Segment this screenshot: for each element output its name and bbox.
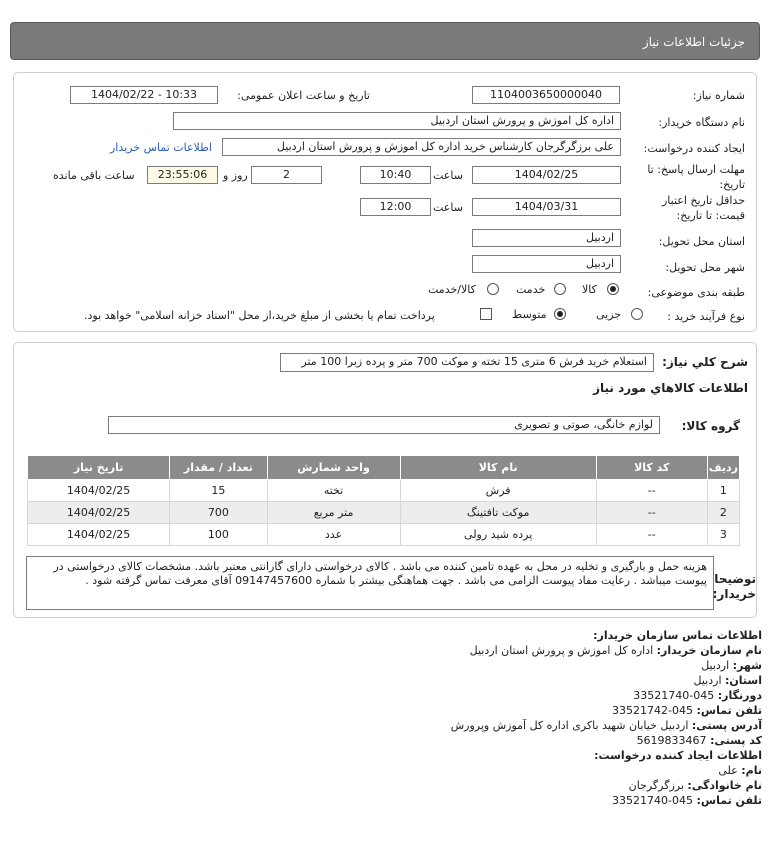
process-option-minor: جزیی bbox=[596, 308, 622, 321]
deadline-date-field: 1404/02/25 bbox=[472, 166, 621, 184]
col-row: ردیف bbox=[706, 455, 741, 480]
contact-fax: دورنگار: 045-33521740 bbox=[633, 689, 762, 702]
items-table: ردیف کد کالا نام کالا واحد شمارش تعداد /… bbox=[26, 455, 741, 546]
treasury-note: پرداخت تمام یا بخشی از مبلغ خرید،از محل … bbox=[84, 309, 435, 322]
cell-code: -- bbox=[595, 523, 708, 546]
page-title: جزئیات اطلاعات نیاز bbox=[642, 35, 745, 49]
col-name: نام کالا bbox=[399, 455, 597, 480]
cell-code: -- bbox=[595, 479, 708, 502]
cell-unit: تخته bbox=[266, 479, 401, 502]
category-option-goods: کالا bbox=[582, 283, 597, 296]
category-option-service: خدمت bbox=[516, 283, 546, 296]
table-row: 2 -- موکت تافتینگ متر مربع 700 1404/02/2… bbox=[26, 501, 741, 524]
cell-name: موکت تافتینگ bbox=[399, 501, 597, 524]
items-table-header: ردیف کد کالا نام کالا واحد شمارش تعداد /… bbox=[26, 455, 741, 480]
validity-date-field: 1404/03/31 bbox=[472, 198, 621, 216]
buyer-notes-text: هزینه حمل و بارگیری و تخلیه در محل به عه… bbox=[26, 556, 714, 610]
contact-phone: تلفن تماس: 045-33521742 bbox=[612, 704, 762, 717]
table-row: 1 -- فرش تخته 15 1404/02/25 bbox=[26, 479, 741, 502]
creator-label: ایجاد کننده درخواست: bbox=[643, 142, 745, 155]
validity-label-line2: قیمت: تا تاریخ: bbox=[676, 209, 745, 222]
need-number-field: 1104003650000040 bbox=[472, 86, 620, 104]
treasury-checkbox[interactable] bbox=[480, 308, 492, 320]
cell-row: 3 bbox=[706, 523, 741, 546]
province-label: استان محل تحویل: bbox=[658, 235, 745, 248]
cell-quantity: 700 bbox=[169, 501, 268, 524]
creator-phone: تلفن تماس: 045-33521740 bbox=[612, 794, 762, 807]
buyer-contact-link[interactable]: اطلاعات تماس خریدار bbox=[110, 141, 212, 154]
category-label: طبقه بندی موضوعی: bbox=[647, 286, 745, 299]
creator-last-name: نام خانوادگی: برزگرگرجان bbox=[628, 779, 762, 792]
province-field: اردبیل bbox=[472, 229, 621, 247]
cell-date: 1404/02/25 bbox=[26, 501, 171, 524]
process-radio-medium[interactable] bbox=[554, 308, 566, 320]
remaining-time-field: 23:55:06 bbox=[147, 166, 218, 184]
page-header: جزئیات اطلاعات نیاز bbox=[10, 22, 760, 60]
cell-unit: متر مربع bbox=[266, 501, 401, 524]
city-label: شهر محل تحویل: bbox=[665, 261, 745, 274]
summary-label: شرح كلي نياز: bbox=[662, 355, 748, 369]
deadline-time-field: 10:40 bbox=[360, 166, 431, 184]
deadline-label-line2: تاریخ: bbox=[719, 178, 745, 191]
cell-unit: عدد bbox=[266, 523, 401, 546]
category-radio-goods[interactable] bbox=[607, 283, 619, 295]
col-unit: واحد شمارش bbox=[266, 455, 401, 480]
buyer-notes-label-line2: خریدار: bbox=[712, 587, 756, 601]
contact-org-title: اطلاعات تماس سازمان خریدار: bbox=[593, 629, 762, 642]
cell-date: 1404/02/25 bbox=[26, 523, 171, 546]
remaining-label: ساعت باقی مانده bbox=[53, 169, 135, 182]
creator-field: علی برزگرگرجان کارشناس خرید اداره کل امو… bbox=[222, 138, 621, 156]
cell-row: 2 bbox=[706, 501, 741, 524]
creator-first-name: نام: علی bbox=[718, 764, 762, 777]
announce-field: 1404/02/22 - 10:33 bbox=[70, 86, 218, 104]
buyer-org-label: نام دستگاه خریدار: bbox=[658, 116, 745, 129]
contact-org-name: نام سازمان خریدار: اداره کل اموزش و پرور… bbox=[469, 644, 762, 657]
validity-label-line1: حداقل تاریخ اعتبار bbox=[661, 194, 745, 207]
category-option-goods-service: کالا/خدمت bbox=[428, 283, 476, 296]
cell-name: فرش bbox=[399, 479, 597, 502]
process-radio-minor[interactable] bbox=[631, 308, 643, 320]
validity-time-label: ساعت bbox=[433, 201, 463, 214]
buyer-org-field: اداره کل اموزش و پرورش استان اردبیل bbox=[173, 112, 621, 130]
cell-quantity: 100 bbox=[169, 523, 268, 546]
col-date: تاریخ نیاز bbox=[26, 455, 171, 480]
category-radio-goods-service[interactable] bbox=[487, 283, 499, 295]
contact-address: آدرس پستی: اردبیل خیابان شهید باکری ادار… bbox=[450, 719, 762, 732]
cell-date: 1404/02/25 bbox=[26, 479, 171, 502]
contact-postal-code: کد پستی: 5619833467 bbox=[636, 734, 762, 747]
process-option-medium: متوسط bbox=[512, 308, 547, 321]
contact-province: استان: اردبیل bbox=[693, 674, 762, 687]
table-row: 3 -- پرده شید رولی عدد 100 1404/02/25 bbox=[26, 523, 741, 546]
process-label: نوع فرآیند خرید : bbox=[667, 310, 745, 323]
col-quantity: تعداد / مقدار bbox=[169, 455, 268, 480]
deadline-time-label: ساعت bbox=[433, 169, 463, 182]
creator-title: اطلاعات ایجاد کننده درخواست: bbox=[594, 749, 762, 762]
contact-city: شهر: اردبیل bbox=[701, 659, 762, 672]
cell-code: -- bbox=[595, 501, 708, 524]
deadline-label-line1: مهلت ارسال پاسخ: تا bbox=[647, 163, 745, 176]
cell-row: 1 bbox=[706, 479, 741, 502]
validity-time-field: 12:00 bbox=[360, 198, 431, 216]
announce-label: تاریخ و ساعت اعلان عمومی: bbox=[237, 89, 370, 102]
goods-info-title: اطلاعات کالاهاي مورد نياز bbox=[593, 381, 748, 395]
days-label: روز و bbox=[223, 169, 248, 182]
days-field: 2 bbox=[251, 166, 322, 184]
goods-group-field: لوازم خانگی، صوتی و تصویری bbox=[108, 416, 660, 434]
cell-quantity: 15 bbox=[169, 479, 268, 502]
category-radio-service[interactable] bbox=[554, 283, 566, 295]
col-code: کد کالا bbox=[595, 455, 708, 480]
need-number-label: شماره نیاز: bbox=[692, 89, 745, 102]
cell-name: پرده شید رولی bbox=[399, 523, 597, 546]
city-field: اردبیل bbox=[472, 255, 621, 273]
summary-field: استعلام خرید فرش 6 متری 15 تخته و موکت 7… bbox=[280, 353, 654, 372]
goods-group-label: گروه کالا: bbox=[681, 419, 740, 433]
